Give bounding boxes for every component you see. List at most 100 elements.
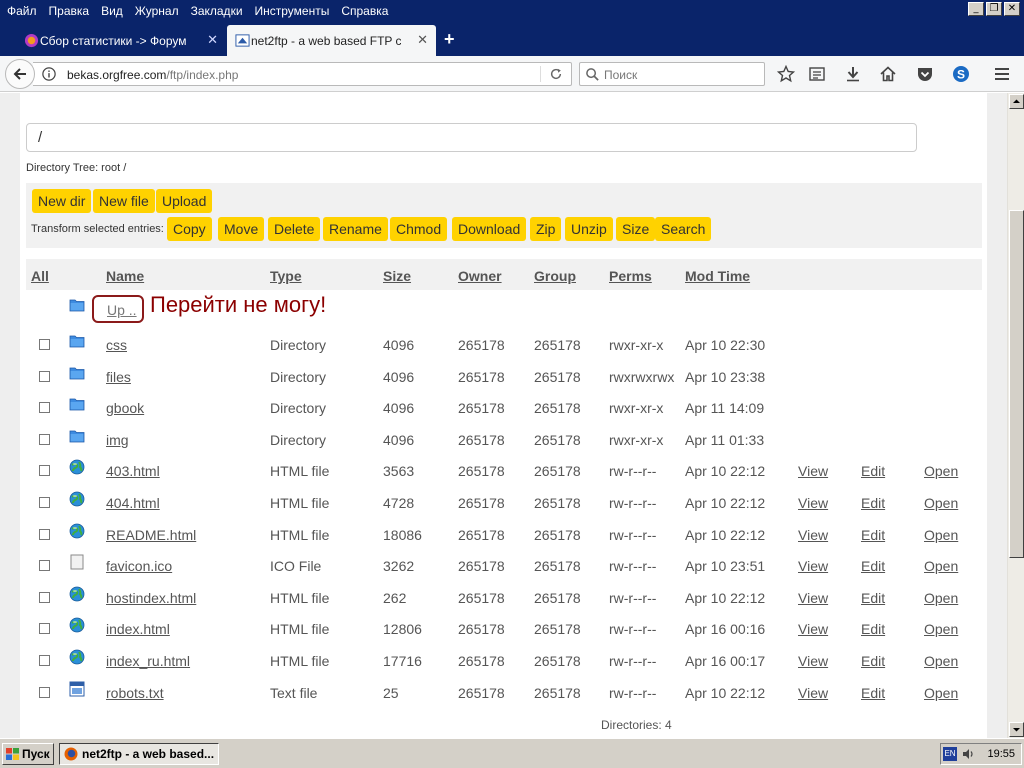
tab-net2ftp[interactable]: net2ftp - a web based FTP cli... ✕ <box>227 25 436 56</box>
edit-link[interactable]: Edit <box>861 463 885 479</box>
view-link[interactable]: View <box>798 685 828 701</box>
file-name-link[interactable]: files <box>106 369 131 385</box>
edit-link[interactable]: Edit <box>861 685 885 701</box>
file-name-link[interactable]: README.html <box>106 527 196 543</box>
open-link[interactable]: Open <box>924 590 958 606</box>
open-link[interactable]: Open <box>924 621 958 637</box>
site-info-icon[interactable] <box>42 67 56 81</box>
menu-edit[interactable]: Правка <box>43 0 96 22</box>
back-button[interactable] <box>5 59 35 89</box>
scroll-thumb[interactable] <box>1009 210 1024 558</box>
download-icon[interactable] <box>844 65 862 83</box>
row-checkbox[interactable] <box>39 433 50 445</box>
scroll-up-button[interactable] <box>1009 94 1024 109</box>
directory-path-input[interactable]: / <box>26 123 917 152</box>
unzip-button[interactable]: Unzip <box>565 217 613 241</box>
sort-type-link[interactable]: Type <box>270 268 302 284</box>
open-link[interactable]: Open <box>924 685 958 701</box>
edit-link[interactable]: Edit <box>861 653 885 669</box>
file-name-link[interactable]: gbook <box>106 400 144 416</box>
file-name-link[interactable]: css <box>106 337 127 353</box>
address-bar[interactable]: bekas.orgfree.com/ftp/index.php <box>33 62 572 86</box>
row-checkbox[interactable] <box>39 339 50 350</box>
pocket-icon[interactable] <box>916 65 934 83</box>
view-link[interactable]: View <box>798 463 828 479</box>
row-checkbox[interactable] <box>39 402 50 414</box>
rename-button[interactable]: Rename <box>323 217 388 241</box>
tab-close-icon[interactable]: ✕ <box>417 33 428 47</box>
search-button[interactable]: Search <box>655 217 712 241</box>
upload-button[interactable]: Upload <box>156 189 213 213</box>
search-bar[interactable]: Поиск <box>579 62 765 86</box>
edit-link[interactable]: Edit <box>861 495 885 511</box>
move-button[interactable]: Move <box>218 217 265 241</box>
vertical-scrollbar[interactable] <box>1007 93 1024 738</box>
home-icon[interactable] <box>879 65 897 83</box>
open-link[interactable]: Open <box>924 527 958 543</box>
start-button[interactable]: Пуск <box>2 743 54 765</box>
reload-icon[interactable] <box>549 67 563 81</box>
file-name-link[interactable]: robots.txt <box>106 685 164 701</box>
scroll-down-button[interactable] <box>1009 722 1024 737</box>
edit-link[interactable]: Edit <box>861 558 885 574</box>
sort-size-link[interactable]: Size <box>383 268 411 284</box>
new-dir-button[interactable]: New dir <box>32 189 92 213</box>
chmod-button[interactable]: Chmod <box>390 217 448 241</box>
edit-link[interactable]: Edit <box>861 621 885 637</box>
restore-button[interactable]: ❐ <box>986 2 1002 16</box>
view-link[interactable]: View <box>798 495 828 511</box>
tab-close-icon[interactable]: ✕ <box>207 33 218 47</box>
download-button[interactable]: Download <box>452 217 527 241</box>
zip-button[interactable]: Zip <box>530 217 562 241</box>
open-link[interactable]: Open <box>924 653 958 669</box>
row-checkbox[interactable] <box>39 623 50 635</box>
row-checkbox[interactable] <box>39 370 50 382</box>
row-checkbox[interactable] <box>39 528 50 540</box>
skype-icon[interactable]: S <box>952 65 970 83</box>
menu-file[interactable]: Файл <box>0 0 43 22</box>
taskbar-firefox-item[interactable]: net2ftp - a web based... <box>59 743 219 765</box>
menu-help[interactable]: Справка <box>335 0 394 22</box>
view-link[interactable]: View <box>798 621 828 637</box>
row-checkbox[interactable] <box>39 655 50 666</box>
row-checkbox[interactable] <box>39 560 50 572</box>
size-button[interactable]: Size <box>616 217 656 241</box>
sort-name-link[interactable]: Name <box>106 268 144 284</box>
menu-tools[interactable]: Инструменты <box>249 0 336 22</box>
minimize-button[interactable]: _ <box>968 2 984 16</box>
file-name-link[interactable]: img <box>106 432 129 448</box>
sort-modtime-link[interactable]: Mod Time <box>685 268 750 284</box>
close-window-button[interactable]: ✕ <box>1004 2 1020 16</box>
new-file-button[interactable]: New file <box>93 189 155 213</box>
menu-history[interactable]: Журнал <box>129 0 185 22</box>
new-tab-button[interactable]: + <box>444 29 455 49</box>
copy-button[interactable]: Copy <box>167 217 212 241</box>
url-text[interactable]: bekas.orgfree.com/ftp/index.php <box>67 68 238 82</box>
row-checkbox[interactable] <box>39 465 50 477</box>
sort-perms-link[interactable]: Perms <box>609 268 652 284</box>
hamburger-menu-icon[interactable] <box>993 65 1011 83</box>
language-indicator[interactable]: EN <box>943 747 957 761</box>
edit-link[interactable]: Edit <box>861 527 885 543</box>
edit-link[interactable]: Edit <box>861 590 885 606</box>
open-link[interactable]: Open <box>924 558 958 574</box>
volume-icon[interactable] <box>961 747 975 761</box>
view-link[interactable]: View <box>798 590 828 606</box>
sort-group-link[interactable]: Group <box>534 268 576 284</box>
row-checkbox[interactable] <box>39 497 50 508</box>
reading-list-icon[interactable] <box>808 65 826 83</box>
sort-owner-link[interactable]: Owner <box>458 268 502 284</box>
select-all-link[interactable]: All <box>31 268 49 284</box>
bookmark-star-icon[interactable] <box>777 65 795 83</box>
delete-button[interactable]: Delete <box>268 217 321 241</box>
row-checkbox[interactable] <box>39 591 50 603</box>
view-link[interactable]: View <box>798 558 828 574</box>
file-name-link[interactable]: index_ru.html <box>106 653 190 669</box>
file-name-link[interactable]: favicon.ico <box>106 558 172 574</box>
open-link[interactable]: Open <box>924 495 958 511</box>
menu-bookmarks[interactable]: Закладки <box>185 0 249 22</box>
menu-view[interactable]: Вид <box>95 0 129 22</box>
view-link[interactable]: View <box>798 527 828 543</box>
row-checkbox[interactable] <box>39 686 50 698</box>
up-link[interactable]: Up .. <box>92 295 144 323</box>
